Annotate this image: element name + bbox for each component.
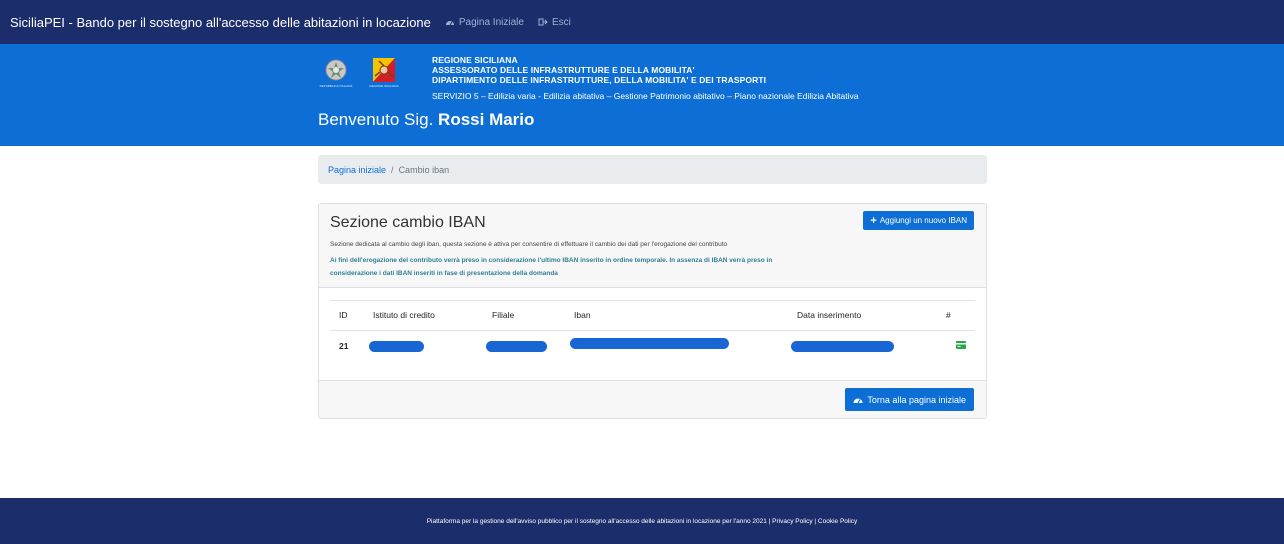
nav-exit-link[interactable]: Esci xyxy=(538,17,571,28)
credit-card-icon[interactable] xyxy=(956,341,966,349)
back-home-label: Torna alla pagina iniziale xyxy=(867,394,966,405)
table-header-border xyxy=(330,330,975,331)
sicily-trinacria-icon xyxy=(373,58,395,82)
plus-icon: + xyxy=(870,214,877,227)
sign-out-icon xyxy=(538,18,548,26)
card-footer: Torna alla pagina iniziale xyxy=(319,380,986,418)
col-header-istituto: Istituto di credito xyxy=(373,310,435,320)
italy-emblem-icon xyxy=(325,59,347,81)
card-header: Sezione cambio IBAN + Aggiungi un nuovo … xyxy=(319,204,986,288)
redacted-filiale xyxy=(486,341,547,352)
emblem-italy-logo: REPUBBLICA ITALIANA xyxy=(318,58,354,92)
redacted-istituto xyxy=(369,341,424,352)
org-service: SERVIZIO 5 – Edilizia varia - Edilizia a… xyxy=(432,91,859,101)
col-header-data: Data inserimento xyxy=(797,310,862,320)
breadcrumb-separator: / xyxy=(391,164,394,175)
welcome-prefix: Benvenuto Sig. xyxy=(318,110,434,129)
nav-home-link[interactable]: Pagina Iniziale xyxy=(445,17,524,28)
nav-exit-label: Esci xyxy=(551,16,571,28)
app-brand[interactable]: SiciliaPEI - Bando per il sostegno all'a… xyxy=(10,15,431,30)
breadcrumb-current: Cambio iban xyxy=(398,164,450,175)
back-home-button[interactable]: Torna alla pagina iniziale xyxy=(845,388,974,411)
org-department: DIPARTIMENTO DELLE INFRASTRUTTURE, DELLA… xyxy=(432,75,767,85)
page-footer: Piattaforma per la gestione dell'avviso … xyxy=(0,498,1284,544)
dashboard-icon xyxy=(445,21,454,26)
org-assessorato: ASSESSORATO DELLE INFRASTRUTTURE E DELLA… xyxy=(432,65,695,75)
table-top-border xyxy=(330,300,975,301)
col-header-actions: # xyxy=(946,310,951,320)
user-name: Rossi Mario xyxy=(438,110,535,129)
welcome-message: Benvenuto Sig. Rossi Mario xyxy=(318,110,534,130)
section-note: Ai fini dell'erogazione del contributo v… xyxy=(330,257,773,277)
row-id: 21 xyxy=(339,341,349,351)
redacted-data xyxy=(791,341,894,352)
top-navbar: SiciliaPEI - Bando per il sostegno all'a… xyxy=(0,0,1284,44)
nav-home-label: Pagina Iniziale xyxy=(458,16,524,28)
redacted-iban xyxy=(570,338,729,349)
add-iban-label: Aggiungi un nuovo IBAN xyxy=(879,216,967,225)
page-title: Sezione cambio IBAN xyxy=(330,214,486,231)
col-header-iban: Iban xyxy=(574,310,591,320)
add-iban-button[interactable]: + Aggiungi un nuovo IBAN xyxy=(863,211,974,230)
col-header-filiale: Filiale xyxy=(492,310,515,320)
header-banner: REPUBBLICA ITALIANA REGIONE SICILIANA RE… xyxy=(0,44,1284,146)
breadcrumb-home-link[interactable]: Pagina iniziale xyxy=(328,165,386,175)
iban-card: Sezione cambio IBAN + Aggiungi un nuovo … xyxy=(318,203,987,419)
footer-text: Piattaforma per la gestione dell'avviso … xyxy=(426,517,858,525)
emblem-sicily-logo: REGIONE SICILIANA xyxy=(366,58,402,92)
dashboard-icon xyxy=(853,398,863,404)
logo1-caption: REPUBBLICA ITALIANA xyxy=(319,84,353,88)
logo2-caption: REGIONE SICILIANA xyxy=(369,84,399,88)
logo-group: REPUBBLICA ITALIANA REGIONE SICILIANA xyxy=(318,58,402,92)
section-description: Sezione dedicata al cambio degli iban, q… xyxy=(330,241,728,248)
organization-block: REGIONE SICILIANA ASSESSORATO DELLE INFR… xyxy=(432,55,858,101)
col-header-id: ID xyxy=(339,310,348,320)
breadcrumb: Pagina iniziale / Cambio iban xyxy=(318,155,987,184)
org-region: REGIONE SICILIANA xyxy=(432,55,518,65)
